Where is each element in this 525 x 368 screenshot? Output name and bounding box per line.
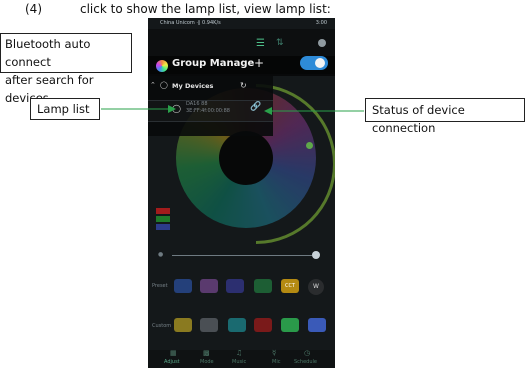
lamp-list-arrowhead (168, 105, 176, 113)
status-arrowhead (264, 107, 272, 115)
callout-arrows (101, 105, 364, 115)
